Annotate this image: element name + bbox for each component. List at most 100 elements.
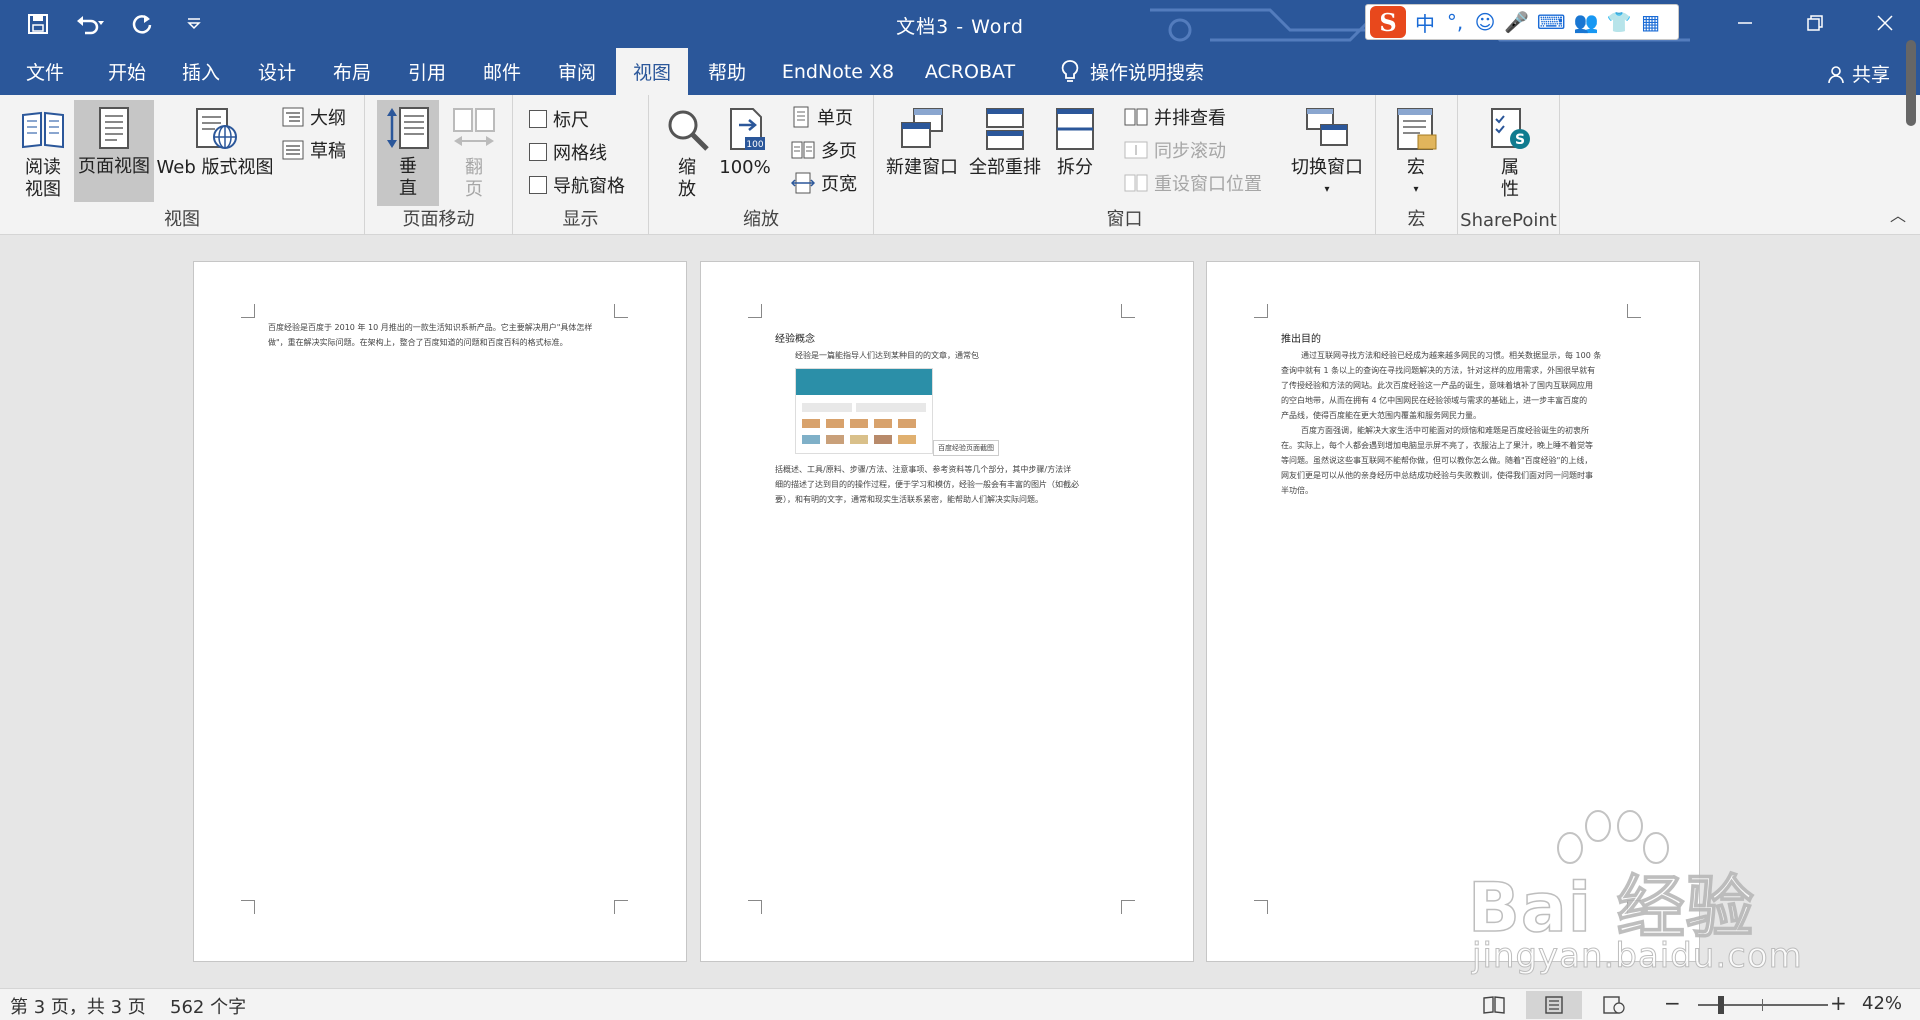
web-layout-view-button[interactable] — [1586, 991, 1642, 1019]
ime-emoji-icon[interactable]: ☺ — [1474, 10, 1496, 34]
read-mode-button[interactable]: 阅读 视图 — [12, 101, 74, 201]
page-count[interactable]: 第 3 页，共 3 页 — [10, 993, 146, 1019]
tell-me-search[interactable]: 操作说明搜索 — [1052, 48, 1212, 95]
properties-button[interactable]: S 属 性 — [1482, 101, 1538, 201]
ime-punctuation-toggle[interactable]: °, — [1444, 10, 1466, 34]
side-to-side-button[interactable]: 翻 页 — [443, 101, 505, 201]
magnifier-icon — [668, 110, 709, 151]
sharepoint-group: S 属 性 SharePoint — [1458, 95, 1560, 235]
outline-button[interactable]: 大纲 — [282, 102, 346, 132]
text-line: 做"，重在解决实际问题。在架构上，整合了百度知道的问题和百度百科的格式标准。 — [268, 338, 568, 347]
print-layout-view-button[interactable] — [1526, 991, 1582, 1019]
tab-file[interactable]: 文件 — [18, 48, 72, 95]
minimize-icon[interactable] — [1710, 0, 1780, 46]
print-layout-button[interactable]: 页面视图 — [74, 100, 154, 202]
multiple-pages-button[interactable]: 多页 — [791, 135, 857, 165]
tab-review[interactable]: 审阅 — [550, 48, 604, 95]
ruler-check-box[interactable] — [529, 110, 547, 128]
status-bar: 第 3 页，共 3 页 562 个字 − + 42% — [0, 988, 1920, 1020]
thumbnail-row — [856, 403, 926, 412]
split-button[interactable]: 拆分 — [1050, 101, 1100, 179]
zoom-percent[interactable]: 42% — [1862, 993, 1902, 1014]
one-page-label: 单页 — [817, 108, 853, 129]
draft-button[interactable]: 草稿 — [282, 135, 346, 165]
text-line: 了传授经验和方法的网站。此次百度经验这一产品的诞生，意味着填补了国内互联网应用 — [1281, 381, 1593, 390]
zoom-in-button[interactable]: + — [1830, 991, 1847, 1015]
split-label: 拆分 — [1057, 157, 1093, 178]
tab-layout[interactable]: 布局 — [325, 48, 379, 95]
gridlines-check-box[interactable] — [529, 143, 547, 161]
tab-mailings[interactable]: 邮件 — [475, 48, 529, 95]
ime-user-icon[interactable]: 👥 — [1574, 10, 1599, 34]
restore-icon[interactable] — [1780, 0, 1850, 46]
zoom-100-icon: 100 — [730, 108, 765, 150]
ime-language-toggle[interactable]: 中 — [1414, 8, 1436, 37]
new-window-button[interactable]: 新建窗口 — [884, 101, 960, 179]
switch-windows-button[interactable]: 切换窗口 ▾ — [1284, 101, 1370, 201]
split-icon — [1056, 108, 1094, 150]
page-width-button[interactable]: 页宽 — [791, 168, 857, 198]
share-label: 共享 — [1851, 64, 1890, 86]
nav-pane-checkbox[interactable]: 导航窗格 — [529, 170, 625, 200]
new-window-icon — [901, 108, 943, 148]
page-width-icon — [791, 172, 815, 194]
one-page-icon — [793, 106, 809, 128]
page-1-body: 百度经验是百度于 2010 年 10 月推出的一款生活知识系新产品。它主要解决用… — [268, 320, 628, 350]
page-1[interactable]: 百度经验是百度于 2010 年 10 月推出的一款生活知识系新产品。它主要解决用… — [193, 261, 687, 962]
ime-toolbox-icon[interactable]: ▦ — [1640, 10, 1662, 34]
tab-insert[interactable]: 插入 — [174, 48, 228, 95]
arrange-all-button[interactable]: 全部重排 — [966, 101, 1044, 179]
web-layout-button[interactable]: Web 版式视图 — [156, 101, 274, 179]
tab-endnote[interactable]: EndNote X8 — [774, 48, 902, 95]
person-icon — [1828, 65, 1844, 83]
share-button[interactable]: 共享 — [1826, 60, 1890, 87]
thumbnail-row — [802, 419, 820, 428]
sync-scroll-button[interactable]: 同步滚动 — [1124, 135, 1226, 165]
tab-design[interactable]: 设计 — [250, 48, 304, 95]
vertical-scrollbar[interactable] — [1906, 40, 1916, 126]
read-mode-view-button[interactable] — [1466, 991, 1522, 1019]
gridlines-checkbox[interactable]: 网格线 — [529, 137, 607, 167]
show-group: 标尺 网格线 导航窗格 显示 — [513, 95, 649, 235]
outline-label: 大纲 — [310, 108, 346, 129]
zoom-slider[interactable] — [1698, 996, 1828, 1014]
tab-acrobat[interactable]: ACROBAT — [915, 48, 1025, 95]
tab-home[interactable]: 开始 — [100, 48, 154, 95]
reset-position-button[interactable]: 重设窗口位置 — [1124, 168, 1262, 198]
vertical-button[interactable]: 垂 直 — [377, 100, 439, 206]
side-to-side-label-1: 翻 — [465, 157, 483, 178]
one-page-button[interactable]: 单页 — [791, 102, 853, 132]
nav-pane-check-box[interactable] — [529, 176, 547, 194]
zoom-100-label: 100% — [719, 157, 771, 178]
tab-view[interactable]: 视图 — [616, 48, 688, 95]
web-layout-icon — [1603, 996, 1625, 1014]
window-controls — [1710, 0, 1920, 46]
tab-references[interactable]: 引用 — [400, 48, 454, 95]
zoom-group-label: 缩放 — [743, 209, 779, 230]
page-2-body: 括概述、工具/原料、步骤/方法、注意事项、参考资料等几个部分，其中步骤/方法详 … — [775, 462, 1135, 507]
macros-label: 宏 — [1407, 157, 1425, 178]
zoom-100-button[interactable]: 100 100% — [717, 101, 773, 179]
side-by-side-button[interactable]: 并排查看 — [1124, 102, 1226, 132]
sogou-logo-icon[interactable]: S — [1370, 6, 1406, 38]
ime-skin-icon[interactable]: 👕 — [1607, 10, 1632, 34]
print-layout-icon — [99, 107, 129, 149]
page-3-body: 通过互联网寻找方法和经验已经成为越来越多网民的习惯。相关数据显示，每 100 条… — [1281, 348, 1641, 498]
zoom-out-button[interactable]: − — [1664, 991, 1681, 1015]
zoom-button[interactable]: 缩 放 — [659, 101, 715, 201]
page-movement-group: 垂 直 翻 页 页面移动 — [365, 95, 513, 235]
ime-voice-icon[interactable]: 🎤 — [1504, 10, 1529, 34]
screenshot-thumbnail[interactable] — [795, 368, 933, 454]
macros-button[interactable]: 宏 ▾ — [1388, 101, 1444, 201]
margin-mark-bl — [241, 900, 255, 914]
thumbnail-row — [874, 435, 892, 444]
zoom-slider-thumb[interactable] — [1718, 996, 1725, 1014]
collapse-ribbon-icon[interactable]: ︿ — [1890, 202, 1906, 226]
page-2[interactable]: 经验概念 经验是一篇能指导人们达到某种目的的文章，通常包 百度经验页面截图 括概… — [700, 261, 1194, 962]
margin-mark-tl — [1254, 304, 1268, 318]
tab-help[interactable]: 帮助 — [700, 48, 754, 95]
thumbnail-row — [802, 403, 852, 412]
word-count[interactable]: 562 个字 — [170, 993, 246, 1019]
ime-keyboard-icon[interactable]: ⌨ — [1537, 10, 1566, 34]
ruler-checkbox[interactable]: 标尺 — [529, 104, 589, 134]
